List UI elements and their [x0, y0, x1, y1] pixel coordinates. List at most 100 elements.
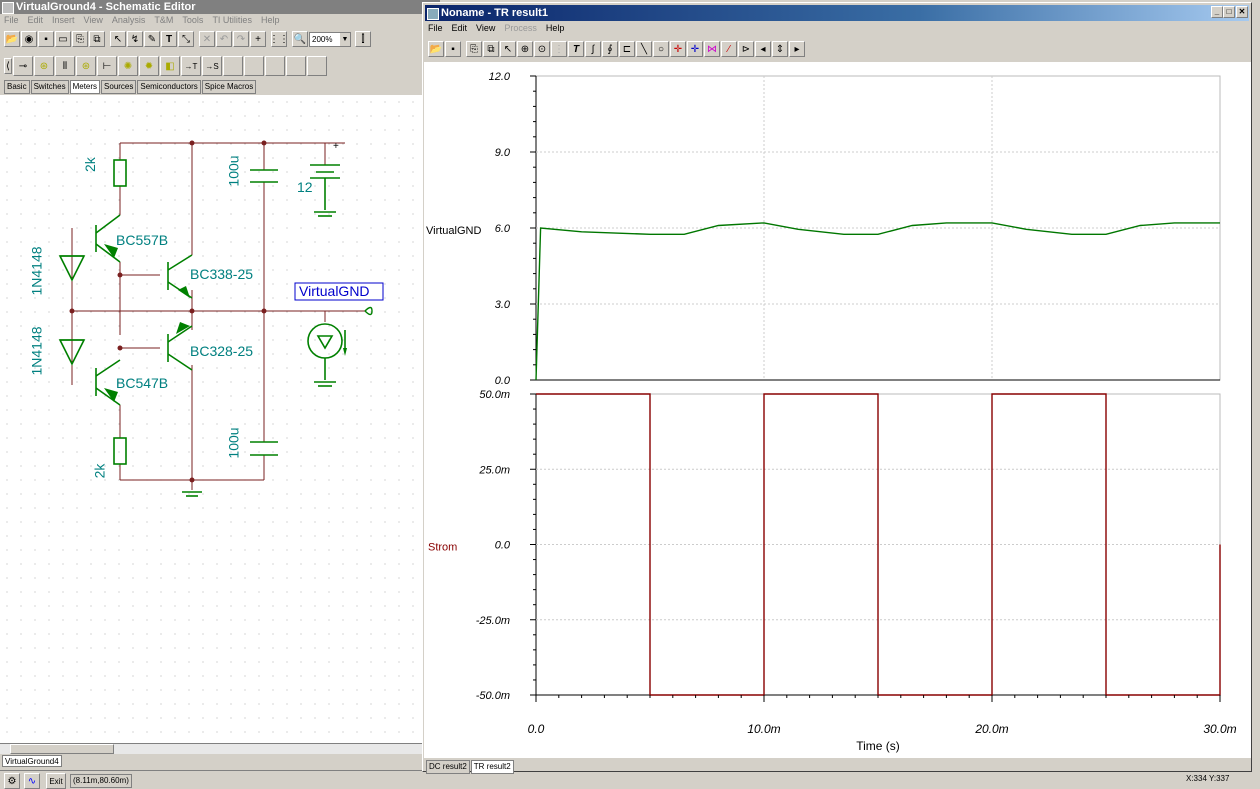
result-menu-view[interactable]: View — [476, 23, 495, 33]
horizontal-scrollbar[interactable] — [0, 743, 424, 754]
signal-icon[interactable]: →S — [202, 56, 222, 76]
cross-icon[interactable]: ⤡ — [178, 31, 194, 47]
menu-view[interactable]: View — [84, 15, 103, 25]
curve-icon[interactable]: ∫ — [585, 41, 601, 57]
result-menu-edit[interactable]: Edit — [452, 23, 468, 33]
empty-slot[interactable] — [307, 56, 327, 76]
tab-basic[interactable]: Basic — [4, 80, 30, 94]
empty-slot[interactable] — [223, 56, 243, 76]
marker-icon[interactable]: ⁄ — [721, 41, 737, 57]
schematic-title: VirtualGround4 - Schematic Editor — [16, 1, 196, 13]
minimize-button[interactable]: _ — [1211, 6, 1223, 18]
grid-icon[interactable]: ⋮⋮ — [269, 31, 289, 47]
globe-icon[interactable]: ◉ — [21, 31, 37, 47]
empty-slot[interactable] — [286, 56, 306, 76]
menu-edit[interactable]: Edit — [28, 15, 44, 25]
menu-help[interactable]: Help — [261, 15, 280, 25]
diode-meter-icon[interactable]: ⊢ — [97, 56, 117, 76]
signal-icon[interactable]: ⋈ — [704, 41, 720, 57]
right-scrollbar[interactable] — [1251, 14, 1260, 770]
virtualgnd-label[interactable]: VirtualGND — [299, 283, 370, 299]
zoom-select[interactable]: 200% ▼ — [309, 31, 351, 47]
chevron-down-icon[interactable]: ▼ — [340, 32, 350, 46]
empty-slot[interactable] — [244, 56, 264, 76]
bulb-icon[interactable]: ✹ — [139, 56, 159, 76]
menu-file[interactable]: File — [4, 15, 19, 25]
save-icon[interactable]: ▪ — [38, 31, 54, 47]
trigger-icon[interactable]: →T — [181, 56, 201, 76]
settings-icon[interactable]: ⚙ — [4, 773, 20, 789]
copy-icon[interactable]: ⎘ — [466, 41, 482, 57]
delete-icon[interactable]: ✕ — [199, 31, 215, 47]
schematic-canvas[interactable]: 2k 2k BC557B BC338-25 BC328-25 BC547B 1N… — [0, 95, 424, 743]
tab-semiconductors[interactable]: Semiconductors — [137, 80, 201, 94]
tab-switches[interactable]: Switches — [30, 80, 69, 94]
select-arrow-icon[interactable]: ↖ — [500, 41, 516, 57]
tab-meters[interactable]: Meters — [69, 80, 101, 94]
paste-icon[interactable]: ⧉ — [89, 31, 105, 47]
result-tab-dc-result2[interactable]: DC result2 — [426, 760, 470, 774]
tab-spice-macros[interactable]: Spice Macros — [201, 80, 257, 94]
exit-button[interactable]: Exit — [46, 773, 66, 789]
doc-tab-virtualground4[interactable]: VirtualGround4 — [2, 755, 62, 767]
copy-icon[interactable]: ⎘ — [72, 31, 88, 47]
text-tool-icon[interactable]: T — [568, 41, 584, 57]
circle-icon[interactable]: ○ — [653, 41, 669, 57]
meter-icon[interactable]: ⊛ — [76, 56, 96, 76]
next-icon[interactable]: ▸ — [789, 41, 805, 57]
wire-icon[interactable]: ↯ — [127, 31, 143, 47]
prev-icon[interactable]: ◂ — [755, 41, 771, 57]
zoom-icon[interactable]: 🔍 — [292, 31, 308, 47]
c2-label: 100u — [225, 427, 242, 459]
open-icon[interactable]: 📂 — [4, 31, 20, 47]
result-menu-help[interactable]: Help — [546, 23, 565, 33]
battery-label: 12 — [297, 179, 313, 195]
result-menu-file[interactable]: File — [428, 23, 443, 33]
grid-icon[interactable]: ⋮ — [551, 41, 567, 57]
redo-icon[interactable]: ↷ — [233, 31, 249, 47]
waveform-icon[interactable]: ∿ — [24, 773, 40, 789]
flag-icon[interactable]: ⊳ — [738, 41, 754, 57]
pen-icon[interactable]: ✎ — [144, 31, 160, 47]
lamp-icon[interactable]: ✺ — [118, 56, 138, 76]
close-button[interactable]: ✕ — [1236, 6, 1248, 18]
axis-icon[interactable]: ⊏ — [619, 41, 635, 57]
menu-ti-utilities[interactable]: TI Utilities — [212, 15, 252, 25]
menu-insert[interactable]: Insert — [52, 15, 75, 25]
voltmeter-icon[interactable]: ⊛ — [34, 56, 54, 76]
menu-analysis[interactable]: Analysis — [112, 15, 146, 25]
line-icon[interactable]: ╲ — [636, 41, 652, 57]
save-icon[interactable]: ▪ — [445, 41, 461, 57]
select-arrow-icon[interactable]: ↖ — [110, 31, 126, 47]
open-icon[interactable]: 📂 — [428, 41, 444, 57]
tr-plots[interactable]: 12.0 9.0 6.0 3.0 0.0 VirtualGND 50.0m 25.0m 0.0 -… — [424, 62, 1251, 758]
scroll-left-icon[interactable]: ⟨ — [4, 58, 12, 74]
curve-tool-icon[interactable]: ∮ — [602, 41, 618, 57]
empty-slot[interactable] — [265, 56, 285, 76]
tr-result-titlebar[interactable]: Noname - TR result1 _ □ ✕ — [425, 5, 1249, 21]
zoom-in-icon[interactable]: ⊕ — [517, 41, 533, 57]
paste-icon[interactable]: ⧉ — [483, 41, 499, 57]
updown-icon[interactable]: ⇕ — [772, 41, 788, 57]
tab-sources[interactable]: Sources — [101, 80, 137, 94]
cursor-b-icon[interactable]: ✛ — [687, 41, 703, 57]
speaker-icon[interactable]: ◧ — [160, 56, 180, 76]
scroll-thumb[interactable] — [10, 744, 114, 754]
undo-icon[interactable]: ↶ — [216, 31, 232, 47]
maximize-button[interactable]: □ — [1223, 6, 1235, 18]
probe-icon[interactable]: ⫴ — [55, 56, 75, 76]
component-icon[interactable]: ⫿ — [355, 31, 371, 47]
schematic-titlebar[interactable]: VirtualGround4 - Schematic Editor — [0, 0, 440, 14]
text-tool-icon[interactable]: T — [161, 31, 177, 47]
menu-tools[interactable]: Tools — [182, 15, 203, 25]
folder-icon[interactable]: ▭ — [55, 31, 71, 47]
cursor-a-icon[interactable]: ✛ — [670, 41, 686, 57]
ammeter-icon[interactable]: ⊸ — [13, 56, 33, 76]
menu-t-m[interactable]: T&M — [154, 15, 173, 25]
x-tick-label: 20.0m — [974, 722, 1008, 736]
result-tab-tr-result2[interactable]: TR result2 — [470, 760, 514, 774]
zoom-fit-icon[interactable]: ⊙ — [534, 41, 550, 57]
plot-area[interactable]: 12.0 9.0 6.0 3.0 0.0 VirtualGND 50.0m 25.0m 0.0 -… — [424, 62, 1251, 758]
plus-icon[interactable]: + — [250, 31, 266, 47]
result-menu-process[interactable]: Process — [504, 23, 537, 33]
